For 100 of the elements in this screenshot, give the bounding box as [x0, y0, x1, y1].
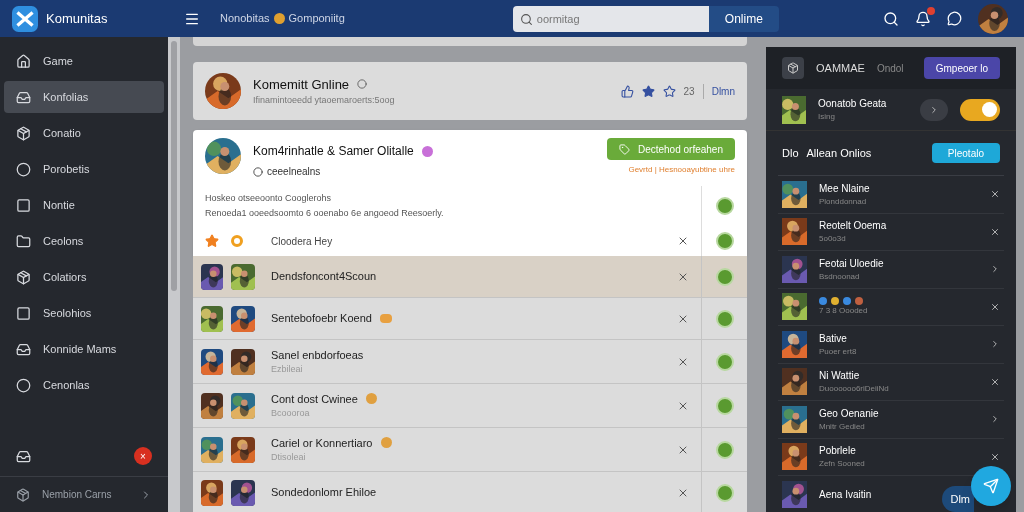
nav-item[interactable]: Conatio: [4, 117, 164, 149]
online-button[interactable]: Onlime: [708, 5, 779, 32]
post-text: Renoeda1 ooeedsoomto 6 ooenabo 6e angoeod Reesoerly.: [205, 207, 445, 220]
drop-icon: [819, 296, 827, 305]
search-field[interactable]: oormitag: [512, 5, 709, 32]
nav-item[interactable]: Konfolias: [4, 81, 164, 113]
action-label[interactable]: Cloodera Hey: [271, 233, 333, 249]
post-text: Hoskeo otseeoonto Cooglerohs: [205, 191, 333, 205]
status-icon: [357, 79, 368, 90]
row-title: Sanel enbdorfoeas: [271, 347, 364, 363]
list-item[interactable]: Ni Wattie Duoooooo6riDeiiNd: [778, 363, 1004, 401]
verified-icon: [421, 145, 433, 157]
row-subtitle: Bcoooroa: [271, 407, 311, 420]
item-name: Bative: [819, 331, 848, 346]
item-subtitle: Mnitr Gedied: [819, 420, 866, 433]
coin-icon: [831, 296, 839, 305]
list-row[interactable]: Sondedonlomr Ehiloe: [193, 472, 747, 512]
nav-icon: [16, 341, 31, 357]
star-icon[interactable]: [641, 84, 655, 98]
item-name: Pobrlele: [819, 444, 857, 459]
panel-title: OAMMAE: [816, 60, 865, 76]
user-name: Oonatob Geata: [818, 97, 887, 111]
post-handle: ceeelnealns: [267, 165, 321, 179]
list-item[interactable]: Geo Oenanie Mnitr Gedied: [778, 401, 1004, 439]
nav-item[interactable]: Colatiors: [4, 261, 164, 293]
logo-icon: [12, 5, 38, 32]
nav-item[interactable]: Seolohios: [4, 297, 164, 329]
status-icon[interactable]: [715, 197, 734, 215]
nav-item[interactable]: Ceolons: [4, 225, 164, 257]
tag-icon: [379, 314, 392, 323]
breadcrumb-item[interactable]: Gomponiitg: [288, 10, 345, 27]
status-icon[interactable]: [715, 232, 734, 250]
list-item[interactable]: Mee Nlaine Plonddonnad: [778, 176, 1004, 214]
list-item[interactable]: Bative Puoer ert8: [778, 326, 1004, 364]
nav-item[interactable]: Nontie: [4, 189, 164, 221]
item-name: Aena Ivaitin: [819, 487, 872, 502]
row-title: Cariel or Konnertiaro: [271, 435, 373, 451]
nav-item[interactable]: Porobetis: [4, 153, 164, 185]
row-title: Sondedonlomr Ehiloe: [271, 485, 377, 501]
nav-icon: [16, 53, 31, 69]
tag-icon: [618, 143, 630, 155]
item-subtitle: Plonddonnad: [819, 195, 868, 208]
box-icon[interactable]: [16, 448, 31, 464]
star-icon[interactable]: [205, 234, 219, 248]
panel-subtitle: Ondol: [876, 61, 904, 76]
toggle-switch[interactable]: [960, 98, 1000, 121]
panel-icon[interactable]: [782, 57, 804, 79]
list-row[interactable]: Sanel enbdorfoeas Ezbileai: [193, 340, 747, 384]
bottom-button[interactable]: Dlm: [942, 486, 974, 512]
chevron-icon[interactable]: [990, 339, 1000, 350]
close-icon[interactable]: [990, 189, 1000, 200]
item-name: Geo Oenanie: [819, 406, 879, 421]
chevron-icon[interactable]: [990, 264, 1000, 275]
list-row[interactable]: Cariel or Konnertiaro Dtisoleai: [193, 428, 747, 472]
close-icon[interactable]: [990, 301, 1000, 312]
item-name: Feotai Uloedie: [819, 256, 884, 271]
card-title: Komemitt Gnline: [253, 75, 350, 94]
close-badge[interactable]: ×: [134, 447, 152, 465]
breadcrumb-item[interactable]: Nonobitas: [220, 10, 270, 27]
item-subtitle: Bsdnoonad: [819, 270, 861, 283]
nav-item[interactable]: Game: [4, 45, 164, 77]
nav-item[interactable]: Cenonlas: [4, 369, 164, 401]
card-link[interactable]: Dlmn: [711, 83, 735, 99]
chat-icon[interactable]: [947, 11, 962, 26]
row-subtitle: Ezbileai: [271, 363, 304, 376]
close-icon[interactable]: [990, 226, 1000, 237]
list-item[interactable]: 7 3 8 Oooded: [778, 288, 1004, 326]
nav-icon: [16, 377, 31, 393]
post-note: Gevrtd | Hesnooayubtine uhre: [628, 164, 735, 176]
list-row[interactable]: Sentebofoebr Koend: [193, 298, 747, 340]
section-title: Allean Onlios: [806, 145, 872, 161]
close-icon[interactable]: [990, 376, 1000, 387]
list-row[interactable]: Dendsfoncont4Scoun: [193, 256, 747, 298]
row-subtitle: Dtisoleai: [271, 451, 307, 464]
nav-icon: [16, 197, 31, 213]
app-title: Komunitas: [46, 9, 108, 28]
close-icon[interactable]: [990, 451, 1000, 462]
coin-icon: [273, 13, 285, 24]
item-subtitle: Puoer ert8: [819, 345, 857, 358]
card-subtitle: Ifinamintoeedd ytaoemaroerts:5oog: [253, 94, 395, 107]
item-name: Mee Nlaine: [819, 181, 870, 196]
item-name: Ni Wattie: [819, 369, 861, 384]
item-name: Reotelt Ooema: [819, 219, 887, 234]
avatar[interactable]: [978, 3, 1008, 34]
list-row[interactable]: Cont dost Cwinee Bcoooroa: [193, 384, 747, 428]
search-icon[interactable]: [883, 10, 899, 27]
chevron-icon[interactable]: [990, 414, 1000, 425]
verified-icon: [365, 393, 377, 405]
like-icon[interactable]: [620, 84, 634, 98]
list-item[interactable]: Aena Ivaitin: [778, 476, 936, 512]
star-icon[interactable]: [662, 84, 676, 98]
list-item[interactable]: Feotai Uloedie Bsdnoonad: [778, 251, 1004, 289]
user-icon: [253, 166, 263, 177]
panel-button[interactable]: Gmpeoer lo: [923, 57, 1000, 79]
list-item[interactable]: Reotelt Ooema 5o0o3d: [778, 213, 1004, 251]
nav-icon: [16, 305, 31, 321]
row-title: Sentebofoebr Koend: [271, 311, 372, 327]
nav-icon: [16, 233, 31, 249]
section-prefix: Dlo: [782, 145, 799, 161]
nav-item[interactable]: Konnide Mams: [4, 333, 164, 365]
